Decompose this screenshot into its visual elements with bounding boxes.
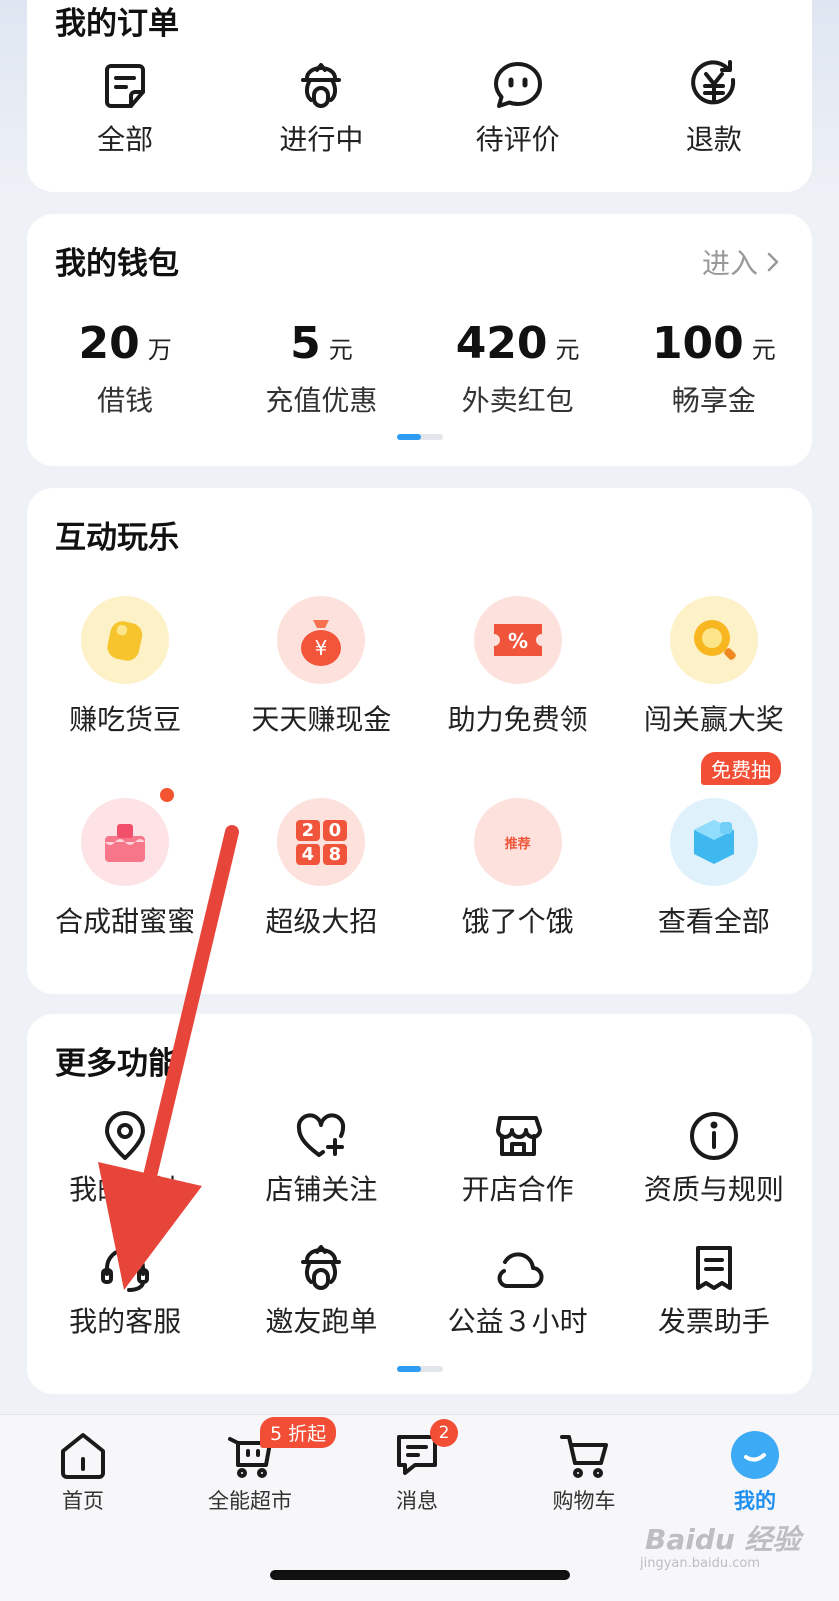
annotation-arrow — [98, 825, 239, 1290]
